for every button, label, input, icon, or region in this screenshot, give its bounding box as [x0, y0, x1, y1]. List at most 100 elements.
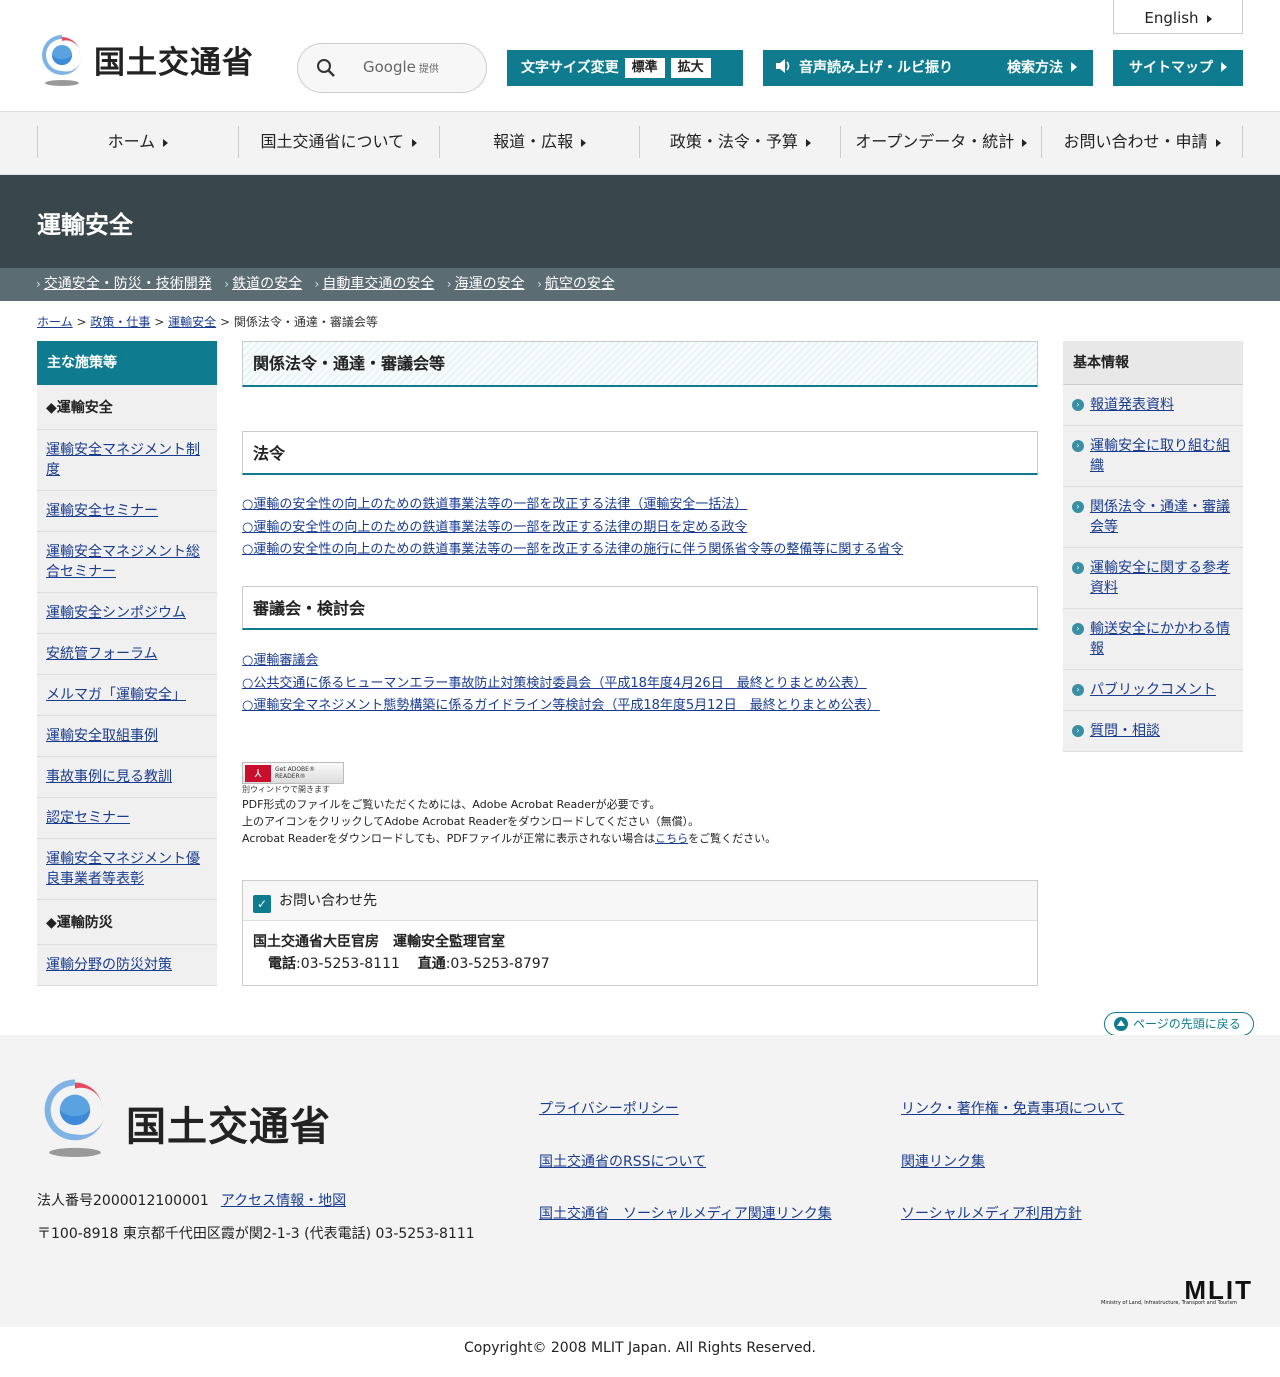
- law-link[interactable]: ○運輸の安全性の向上のための鉄道事業法等の一部を改正する法律（運輸安全一括法）: [242, 497, 747, 512]
- chevron-circle-icon: ›: [1072, 725, 1084, 737]
- council-link[interactable]: ○公共交通に係るヒューマンエラー事故防止対策検討委員会（平成18年度4月26日 …: [242, 676, 867, 691]
- law-link[interactable]: ○運輸の安全性の向上のための鉄道事業法等の一部を改正する法律の施行に伴う関係省令…: [242, 542, 903, 557]
- sidebar-link[interactable]: 事故事例に見る教訓: [46, 769, 172, 785]
- category-subnav: › 交通安全・防災・技術開発 › 鉄道の安全 › 自動車交通の安全 › 海運の安全 › 航…: [0, 268, 1280, 301]
- chevron-circle-icon: ›: [1072, 440, 1084, 452]
- sidebar-link[interactable]: 安統管フォーラム: [46, 646, 158, 662]
- sidebar-link[interactable]: 輸送安全にかかわる情報: [1090, 621, 1230, 657]
- council-list: ○運輸審議会 ○公共交通に係るヒューマンエラー事故防止対策検討委員会（平成18年…: [242, 650, 880, 718]
- site-logo[interactable]: 国土交通省: [37, 33, 262, 89]
- footer-link-copyright[interactable]: リンク・著作権・免責事項について: [901, 1101, 1124, 1117]
- sidebar-item: › 運輸安全に関する参考資料: [1063, 548, 1243, 609]
- right-sidebar: 基本情報 › 報道発表資料 › 運輸安全に取り組む組織 › 関係法令・通達・審議会等 …: [1063, 341, 1243, 752]
- search-method-button[interactable]: 検索方法: [991, 50, 1093, 86]
- subnav-link-traffic-safety[interactable]: 交通安全・防災・技術開発: [44, 276, 212, 292]
- sidebar-link[interactable]: 運輸安全に関する参考資料: [1090, 560, 1230, 596]
- gnav-item-about[interactable]: 国土交通省について: [237, 126, 439, 158]
- voice-read-button[interactable]: 音声読み上げ・ルビ振り: [763, 50, 999, 86]
- breadcrumb-home[interactable]: ホーム: [37, 315, 73, 329]
- sidebar-item: › 関係法令・通達・審議会等: [1063, 487, 1243, 548]
- footer-logo[interactable]: 国土交通省: [37, 1076, 337, 1162]
- main-content: 関係法令・通達・審議会等 法令 ○運輸の安全性の向上のための鉄道事業法等の一部を…: [242, 341, 1038, 986]
- access-link[interactable]: アクセス情報・地図: [221, 1193, 346, 1209]
- footer-link-social-links[interactable]: 国土交通省 ソーシャルメディア関連リンク集: [539, 1206, 832, 1222]
- breadcrumb-policy[interactable]: 政策・仕事: [90, 315, 150, 329]
- sidebar-link[interactable]: 報道発表資料: [1090, 397, 1174, 413]
- left-sidebar: 主な施策等 ◆運輸安全 運輸安全マネジメント制度 運輸安全セミナー 運輸安全マネ…: [37, 341, 217, 986]
- font-size-control: 文字サイズ変更 標準 拡大: [507, 50, 743, 86]
- subnav-link-road[interactable]: 自動車交通の安全: [322, 276, 434, 292]
- caret-right-icon: [1221, 62, 1227, 72]
- gnav-item-home[interactable]: ホーム: [37, 126, 238, 158]
- chevron-right-icon: ›: [314, 277, 320, 291]
- gnav-item-opendata[interactable]: オープンデータ・統計: [840, 126, 1041, 158]
- page-title-band: 運輸安全: [0, 175, 1280, 268]
- mlit-emblem-icon: [42, 35, 83, 86]
- font-size-large-button[interactable]: 拡大: [670, 58, 711, 78]
- footer-link-social-policy[interactable]: ソーシャルメディア利用方針: [901, 1206, 1082, 1222]
- contact-phone: 電話:03-5253-8111 直通:03-5253-8797: [268, 956, 550, 972]
- caret-right-icon: [1071, 62, 1077, 72]
- sidebar-link[interactable]: 運輸安全マネジメント優良事業者等表彰: [46, 851, 200, 887]
- footer-link-rss[interactable]: 国土交通省のRSSについて: [539, 1154, 706, 1170]
- sidebar-link[interactable]: 運輸安全セミナー: [46, 503, 158, 519]
- sidebar-link[interactable]: パブリックコメント: [1090, 682, 1216, 698]
- footer-link-related[interactable]: 関連リンク集: [901, 1154, 985, 1170]
- left-sidebar-section: ◆運輸防災: [37, 900, 217, 945]
- breadcrumb-current: 関係法令・通達・審議会等: [233, 315, 378, 329]
- council-link[interactable]: ○運輸安全マネジメント態勢構築に係るガイドライン等検討会（平成18年度5月12日…: [242, 698, 880, 713]
- sidebar-link[interactable]: 認定セミナー: [46, 810, 130, 826]
- sidebar-item: 運輸安全シンポジウム: [37, 593, 217, 634]
- chevron-circle-icon: ›: [1072, 684, 1084, 696]
- sidebar-item: › 運輸安全に取り組む組織: [1063, 426, 1243, 487]
- gnav-item-contact[interactable]: お問い合わせ・申請: [1041, 126, 1243, 158]
- caret-right-icon: [1215, 139, 1221, 147]
- sidebar-item: › パブリックコメント: [1063, 670, 1243, 711]
- english-button[interactable]: English: [1113, 0, 1243, 34]
- sidebar-link[interactable]: 運輸安全マネジメント総合セミナー: [46, 544, 200, 580]
- pdf-help-link[interactable]: こちら: [655, 832, 688, 845]
- breadcrumb: ホーム > 政策・仕事 > 運輸安全 > 関係法令・通達・審議会等: [37, 315, 378, 329]
- back-to-top-button[interactable]: ページの先頭に戻る: [1104, 1012, 1254, 1036]
- breadcrumb-section[interactable]: 運輸安全: [168, 315, 216, 329]
- subnav-link-aviation[interactable]: 航空の安全: [545, 276, 615, 292]
- gnav-item-press[interactable]: 報道・広報: [438, 126, 640, 158]
- subnav-link-maritime[interactable]: 海運の安全: [455, 276, 525, 292]
- get-adobe-reader-button[interactable]: ⅄ Get ADOBE® READER®: [242, 762, 344, 784]
- caret-right-icon: [163, 139, 169, 147]
- sidebar-link[interactable]: 運輸安全シンポジウム: [46, 605, 186, 621]
- sidebar-link[interactable]: 運輸分野の防災対策: [46, 957, 172, 973]
- sidebar-item: メルマガ「運輸安全」: [37, 675, 217, 716]
- sidebar-link[interactable]: 質問・相談: [1090, 723, 1160, 739]
- search-box[interactable]: Google 提供: [297, 43, 487, 93]
- sidebar-link[interactable]: 運輸安全取組事例: [46, 728, 158, 744]
- font-size-normal-button[interactable]: 標準: [624, 58, 665, 78]
- council-link[interactable]: ○運輸審議会: [242, 653, 318, 668]
- adobe-pdf-icon: ⅄: [245, 765, 271, 782]
- footer-link-privacy[interactable]: プライバシーポリシー: [539, 1101, 679, 1117]
- law-link[interactable]: ○運輸の安全性の向上のための鉄道事業法等の一部を改正する法律の期日を定める政令: [242, 520, 747, 535]
- sidebar-link[interactable]: 運輸安全に取り組む組織: [1090, 438, 1230, 474]
- gnav-item-policy[interactable]: 政策・法令・予算: [639, 126, 840, 158]
- sidebar-item: 運輸安全取組事例: [37, 716, 217, 757]
- council-heading: 審議会・検討会: [242, 586, 1038, 630]
- chevron-circle-icon: ›: [1072, 562, 1084, 574]
- mlit-emblem-icon: [44, 1079, 106, 1157]
- chevron-right-icon: ›: [224, 277, 230, 291]
- pdf-notice: ⅄ Get ADOBE® READER® 別ウィンドウで開きます PDF形式のフ…: [242, 762, 776, 847]
- list-item: ○運輸審議会: [242, 650, 880, 673]
- left-sidebar-heading: 主な施策等: [37, 341, 217, 385]
- chevron-circle-icon: ›: [1072, 399, 1084, 411]
- sidebar-item: 運輸安全セミナー: [37, 491, 217, 532]
- sidebar-item: 運輸安全マネジメント優良事業者等表彰: [37, 839, 217, 900]
- sitemap-button[interactable]: サイトマップ: [1113, 50, 1243, 86]
- sidebar-item: › 報道発表資料: [1063, 385, 1243, 426]
- sidebar-link[interactable]: 運輸安全マネジメント制度: [46, 442, 200, 478]
- sidebar-item: 認定セミナー: [37, 798, 217, 839]
- footer-site-name: 国土交通省: [126, 1104, 331, 1150]
- chevron-right-icon: ›: [36, 277, 41, 291]
- sidebar-link[interactable]: 関係法令・通達・審議会等: [1090, 499, 1230, 535]
- caret-right-icon: [581, 139, 587, 147]
- subnav-link-railway[interactable]: 鉄道の安全: [232, 276, 302, 292]
- sidebar-link[interactable]: メルマガ「運輸安全」: [46, 687, 186, 703]
